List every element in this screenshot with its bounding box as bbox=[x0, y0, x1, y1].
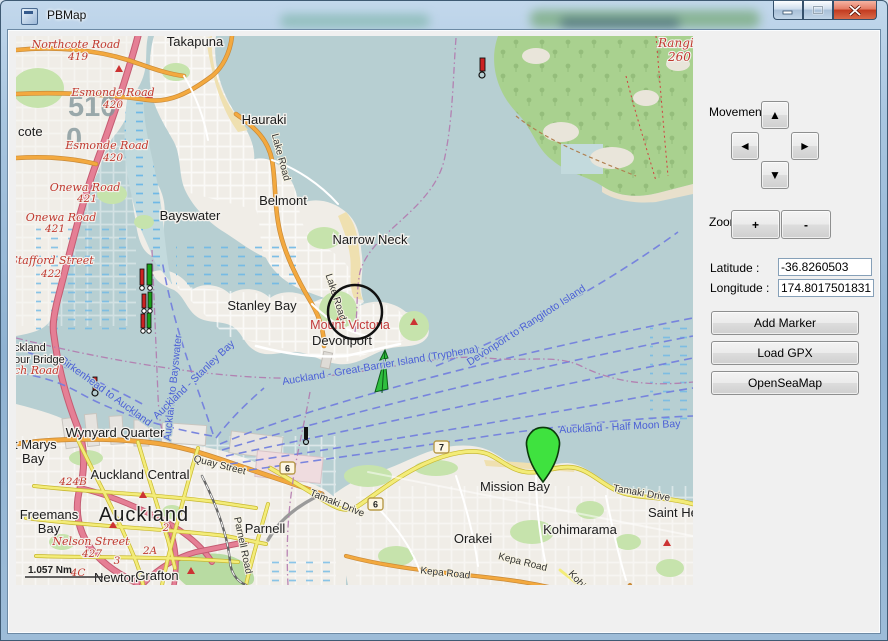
right-arrow-icon: ► bbox=[799, 139, 811, 153]
openseamap-button[interactable]: OpenSeaMap bbox=[711, 371, 859, 395]
svg-text:Takapuna: Takapuna bbox=[167, 36, 224, 49]
svg-text:cote: cote bbox=[18, 124, 43, 139]
svg-text:420: 420 bbox=[102, 99, 123, 111]
add-marker-button[interactable]: Add Marker bbox=[711, 311, 859, 335]
move-up-button[interactable]: ▲ bbox=[761, 101, 789, 129]
svg-text:421: 421 bbox=[76, 193, 97, 205]
latitude-label: Latitude : bbox=[710, 261, 759, 275]
app-window: PBMap bbox=[0, 0, 888, 641]
move-down-button[interactable]: ▼ bbox=[761, 161, 789, 189]
window-title: PBMap bbox=[47, 8, 86, 22]
svg-text:Kohimarama: Kohimarama bbox=[543, 522, 617, 537]
map-viewport[interactable]: 6 6 7 510 0 Auckland to Bayswater Auckla… bbox=[16, 36, 693, 585]
svg-text:1.057 Nm: 1.057 Nm bbox=[28, 565, 72, 576]
svg-text:Northcote Road: Northcote Road bbox=[31, 38, 121, 51]
move-left-button[interactable]: ◄ bbox=[731, 132, 759, 160]
svg-text:424B: 424B bbox=[58, 476, 87, 488]
maximize-button[interactable] bbox=[803, 1, 833, 20]
left-arrow-icon: ◄ bbox=[739, 139, 751, 153]
svg-text:419: 419 bbox=[67, 51, 88, 63]
svg-text:Auckland Central: Auckland Central bbox=[91, 467, 190, 482]
svg-text:Nelson Street: Nelson Street bbox=[51, 535, 130, 548]
close-icon bbox=[848, 5, 862, 16]
svg-text:Bay: Bay bbox=[22, 451, 45, 466]
down-arrow-icon: ▼ bbox=[769, 168, 781, 182]
svg-text:Esmonde Road: Esmonde Road bbox=[70, 86, 154, 99]
svg-text:420: 420 bbox=[102, 152, 123, 164]
svg-text:Narrow Neck: Narrow Neck bbox=[332, 232, 408, 247]
svg-text:6: 6 bbox=[285, 464, 290, 474]
close-button[interactable] bbox=[833, 1, 877, 20]
svg-text:421: 421 bbox=[44, 223, 65, 235]
maximize-icon bbox=[812, 5, 824, 15]
svg-text:Stafford Street: Stafford Street bbox=[16, 254, 94, 267]
zoom-out-button[interactable]: - bbox=[781, 210, 831, 239]
longitude-label: Longitude : bbox=[710, 281, 769, 295]
svg-text:427: 427 bbox=[81, 548, 102, 560]
svg-text:3: 3 bbox=[114, 555, 121, 567]
minimize-icon bbox=[782, 6, 794, 15]
svg-text:Wynyard Quarter: Wynyard Quarter bbox=[66, 425, 166, 440]
svg-text:2A: 2A bbox=[142, 545, 158, 557]
svg-text:Bay: Bay bbox=[38, 521, 61, 536]
svg-text:Mission Bay: Mission Bay bbox=[480, 479, 551, 494]
glass-reflection bbox=[280, 14, 430, 28]
map-canvas: 6 6 7 510 0 Auckland to Bayswater Auckla… bbox=[16, 36, 693, 585]
svg-text:Freemans: Freemans bbox=[20, 507, 79, 522]
client-area: 6 6 7 510 0 Auckland to Bayswater Auckla… bbox=[8, 30, 880, 633]
svg-text:Grafton: Grafton bbox=[135, 568, 178, 583]
svg-text:Rangito: Rangito bbox=[657, 36, 693, 50]
svg-text:Bayswater: Bayswater bbox=[160, 208, 221, 223]
app-icon bbox=[21, 8, 38, 25]
svg-text:Auckland: Auckland bbox=[99, 504, 189, 526]
latitude-input[interactable] bbox=[778, 258, 872, 276]
svg-text:422: 422 bbox=[40, 268, 61, 280]
svg-text:t Marys: t Marys bbox=[16, 437, 57, 452]
svg-text:Esmonde Road: Esmonde Road bbox=[64, 139, 148, 152]
svg-text:Belmont: Belmont bbox=[259, 193, 307, 208]
svg-text:6: 6 bbox=[373, 500, 378, 510]
zoom-in-button[interactable]: + bbox=[731, 210, 780, 239]
svg-text:7: 7 bbox=[439, 443, 444, 453]
svg-text:Hauraki: Hauraki bbox=[242, 112, 287, 127]
svg-text:260 m: 260 m bbox=[667, 50, 693, 64]
up-arrow-icon: ▲ bbox=[769, 108, 781, 122]
minimize-button[interactable] bbox=[773, 1, 803, 20]
titlebar[interactable]: PBMap bbox=[0, 0, 888, 30]
svg-text:ckland: ckland bbox=[16, 342, 46, 354]
move-right-button[interactable]: ► bbox=[791, 132, 819, 160]
svg-text:Saint He: Saint He bbox=[648, 505, 693, 520]
glass-reflection bbox=[560, 18, 680, 28]
load-gpx-button[interactable]: Load GPX bbox=[711, 341, 859, 365]
svg-text:Orakei: Orakei bbox=[454, 531, 492, 546]
svg-text:Parnell: Parnell bbox=[245, 521, 286, 536]
svg-text:our Bridge: our Bridge bbox=[16, 354, 65, 366]
longitude-input[interactable] bbox=[778, 279, 874, 297]
svg-text:Stanley Bay: Stanley Bay bbox=[227, 298, 297, 313]
